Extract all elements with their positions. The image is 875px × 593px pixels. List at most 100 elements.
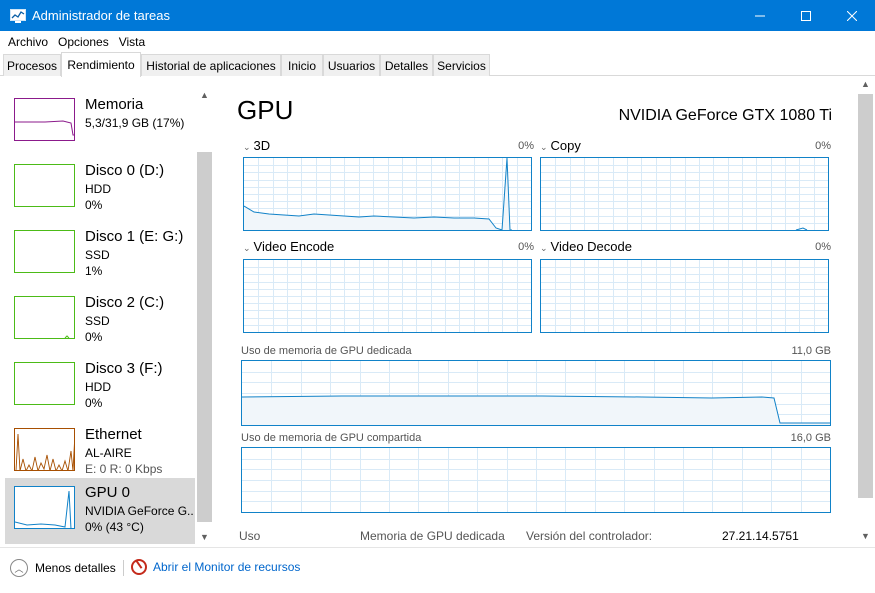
device-name: Memoria — [85, 96, 144, 113]
device-type: SSD — [85, 314, 110, 328]
scroll-down-icon[interactable]: ▼ — [861, 531, 870, 541]
chevron-down-icon: ⌄ — [540, 142, 548, 152]
device-detail: 5,3/31,9 GB (17%) — [85, 116, 185, 130]
graph-3d-canvas — [244, 158, 531, 230]
fewer-details-label: Menos detalles — [35, 561, 116, 575]
device-memoria[interactable]: Memoria 5,3/31,9 GB (17%) — [5, 90, 195, 154]
device-type: SSD — [85, 248, 110, 262]
menu-opciones[interactable]: Opciones — [53, 35, 114, 49]
footer-bar: ︿ Menos detalles Abrir el Monitor de rec… — [0, 547, 875, 593]
dedicated-memory-max: 11,0 GB — [791, 345, 831, 357]
engine-percent: 0% — [518, 241, 534, 253]
chevron-up-icon: ︿ — [10, 559, 28, 577]
minimize-button[interactable] — [737, 0, 783, 31]
menu-bar: Archivo Opciones Vista — [0, 31, 875, 52]
fewer-details-button[interactable]: ︿ Menos detalles — [10, 559, 116, 577]
scroll-down-icon[interactable]: ▼ — [200, 532, 209, 542]
device-type: HDD — [85, 380, 111, 394]
graph-video-encode — [243, 259, 532, 333]
device-disco-3[interactable]: Disco 3 (F:) HDD 0% — [5, 354, 195, 418]
device-ethernet[interactable]: Ethernet AL-AIRE E: 0 R: 0 Kbps — [5, 420, 195, 484]
stat-usage-label: Uso — [239, 529, 261, 543]
scrollbar-thumb[interactable] — [197, 152, 212, 522]
chevron-down-icon: ⌄ — [243, 142, 251, 152]
stat-driver-label: Versión del controlador: — [526, 529, 653, 543]
engine-percent: 0% — [815, 140, 831, 152]
graph-dedicated-memory-canvas — [242, 361, 830, 425]
device-name: GPU 0 — [85, 484, 131, 501]
gpu-model-name: NVIDIA GeForce GTX 1080 Ti — [618, 107, 832, 124]
device-network: AL-AIRE — [85, 446, 132, 460]
tab-historial[interactable]: Historial de aplicaciones — [141, 54, 281, 76]
graph-video-encode-canvas — [244, 260, 531, 332]
main-scrollbar[interactable]: ▲ ▼ — [857, 77, 875, 547]
tab-strip: Procesos Rendimiento Historial de aplica… — [0, 52, 875, 77]
graph-video-decode — [540, 259, 829, 333]
disco-3-thumbnail-graph — [14, 362, 75, 405]
device-disco-1[interactable]: Disco 1 (E: G:) SSD 1% — [5, 222, 195, 286]
device-list: Memoria 5,3/31,9 GB (17%) Disco 0 (D:) H… — [0, 77, 213, 547]
page-title: GPU — [237, 95, 294, 125]
tab-detalles[interactable]: Detalles — [380, 54, 433, 76]
engine-label: Copy — [550, 138, 581, 153]
engine-label: Video Decode — [550, 239, 632, 254]
device-usage: 0% — [85, 198, 103, 212]
maximize-button[interactable] — [783, 0, 829, 31]
footer-divider — [123, 560, 124, 576]
graph-copy-canvas — [541, 158, 828, 230]
resource-monitor-icon — [131, 559, 147, 575]
device-name: Disco 1 (E: G:) — [85, 228, 184, 245]
chevron-down-icon: ⌄ — [540, 243, 548, 253]
open-resource-monitor-link[interactable]: Abrir el Monitor de recursos — [131, 559, 300, 575]
shared-memory-max: 16,0 GB — [790, 432, 831, 444]
device-name: Disco 0 (D:) — [85, 162, 165, 179]
tab-usuarios[interactable]: Usuarios — [323, 54, 380, 76]
disco-2-thumbnail-graph — [14, 296, 75, 339]
device-name: Disco 3 (F:) — [85, 360, 163, 377]
device-list-scrollbar[interactable]: ▲ ▼ — [196, 77, 213, 547]
task-manager-icon — [10, 8, 26, 23]
scroll-up-icon[interactable]: ▲ — [200, 90, 209, 100]
usage-trace — [795, 227, 808, 230]
device-type: HDD — [85, 182, 111, 196]
engine-label: Video Encode — [253, 239, 335, 254]
tab-inicio[interactable]: Inicio — [281, 54, 323, 76]
device-gpu-0[interactable]: GPU 0 NVIDIA GeForce G... 0% (43 °C) — [5, 478, 195, 544]
engine-selector-video-decode[interactable]: ⌄ Video Decode — [540, 239, 632, 254]
engine-percent: 0% — [815, 241, 831, 253]
memoria-thumbnail-graph — [14, 98, 75, 141]
graph-dedicated-memory — [241, 360, 831, 426]
device-usage: 0% — [85, 396, 103, 410]
graph-shared-memory-canvas — [242, 448, 830, 512]
minimize-icon — [755, 15, 765, 16]
engine-selector-video-encode[interactable]: ⌄ Video Encode — [243, 239, 334, 254]
device-name: Ethernet — [85, 426, 142, 443]
device-disco-0[interactable]: Disco 0 (D:) HDD 0% — [5, 156, 195, 220]
gpu-0-thumbnail-graph — [14, 486, 75, 529]
tab-servicios[interactable]: Servicios — [433, 54, 490, 76]
close-icon — [847, 10, 857, 21]
engine-selector-copy[interactable]: ⌄ Copy — [540, 138, 581, 153]
disco-1-thumbnail-graph — [14, 230, 75, 273]
menu-archivo[interactable]: Archivo — [3, 35, 53, 49]
stat-dedicated-memory-label: Memoria de GPU dedicada — [360, 529, 505, 543]
engine-label: 3D — [253, 138, 271, 153]
scroll-up-icon[interactable]: ▲ — [861, 79, 870, 89]
device-disco-2[interactable]: Disco 2 (C:) SSD 0% — [5, 288, 195, 352]
device-throughput: E: 0 R: 0 Kbps — [85, 462, 163, 476]
maximize-icon — [801, 10, 811, 21]
engine-selector-3d[interactable]: ⌄ 3D — [243, 138, 270, 153]
chevron-down-icon: ⌄ — [243, 243, 251, 253]
close-button[interactable] — [829, 0, 875, 31]
device-name: Disco 2 (C:) — [85, 294, 165, 311]
window-title: Administrador de tareas — [32, 8, 171, 23]
ethernet-thumbnail-graph — [14, 428, 75, 471]
device-model: NVIDIA GeForce G... — [85, 504, 193, 518]
shared-memory-label: Uso de memoria de GPU compartida — [241, 432, 422, 444]
scrollbar-thumb[interactable] — [858, 94, 873, 498]
tab-rendimiento[interactable]: Rendimiento — [61, 52, 141, 77]
tab-procesos[interactable]: Procesos — [3, 54, 61, 76]
graph-video-decode-canvas — [541, 260, 828, 332]
stat-driver-value: 27.21.14.5751 — [722, 529, 799, 543]
menu-vista[interactable]: Vista — [114, 35, 150, 49]
